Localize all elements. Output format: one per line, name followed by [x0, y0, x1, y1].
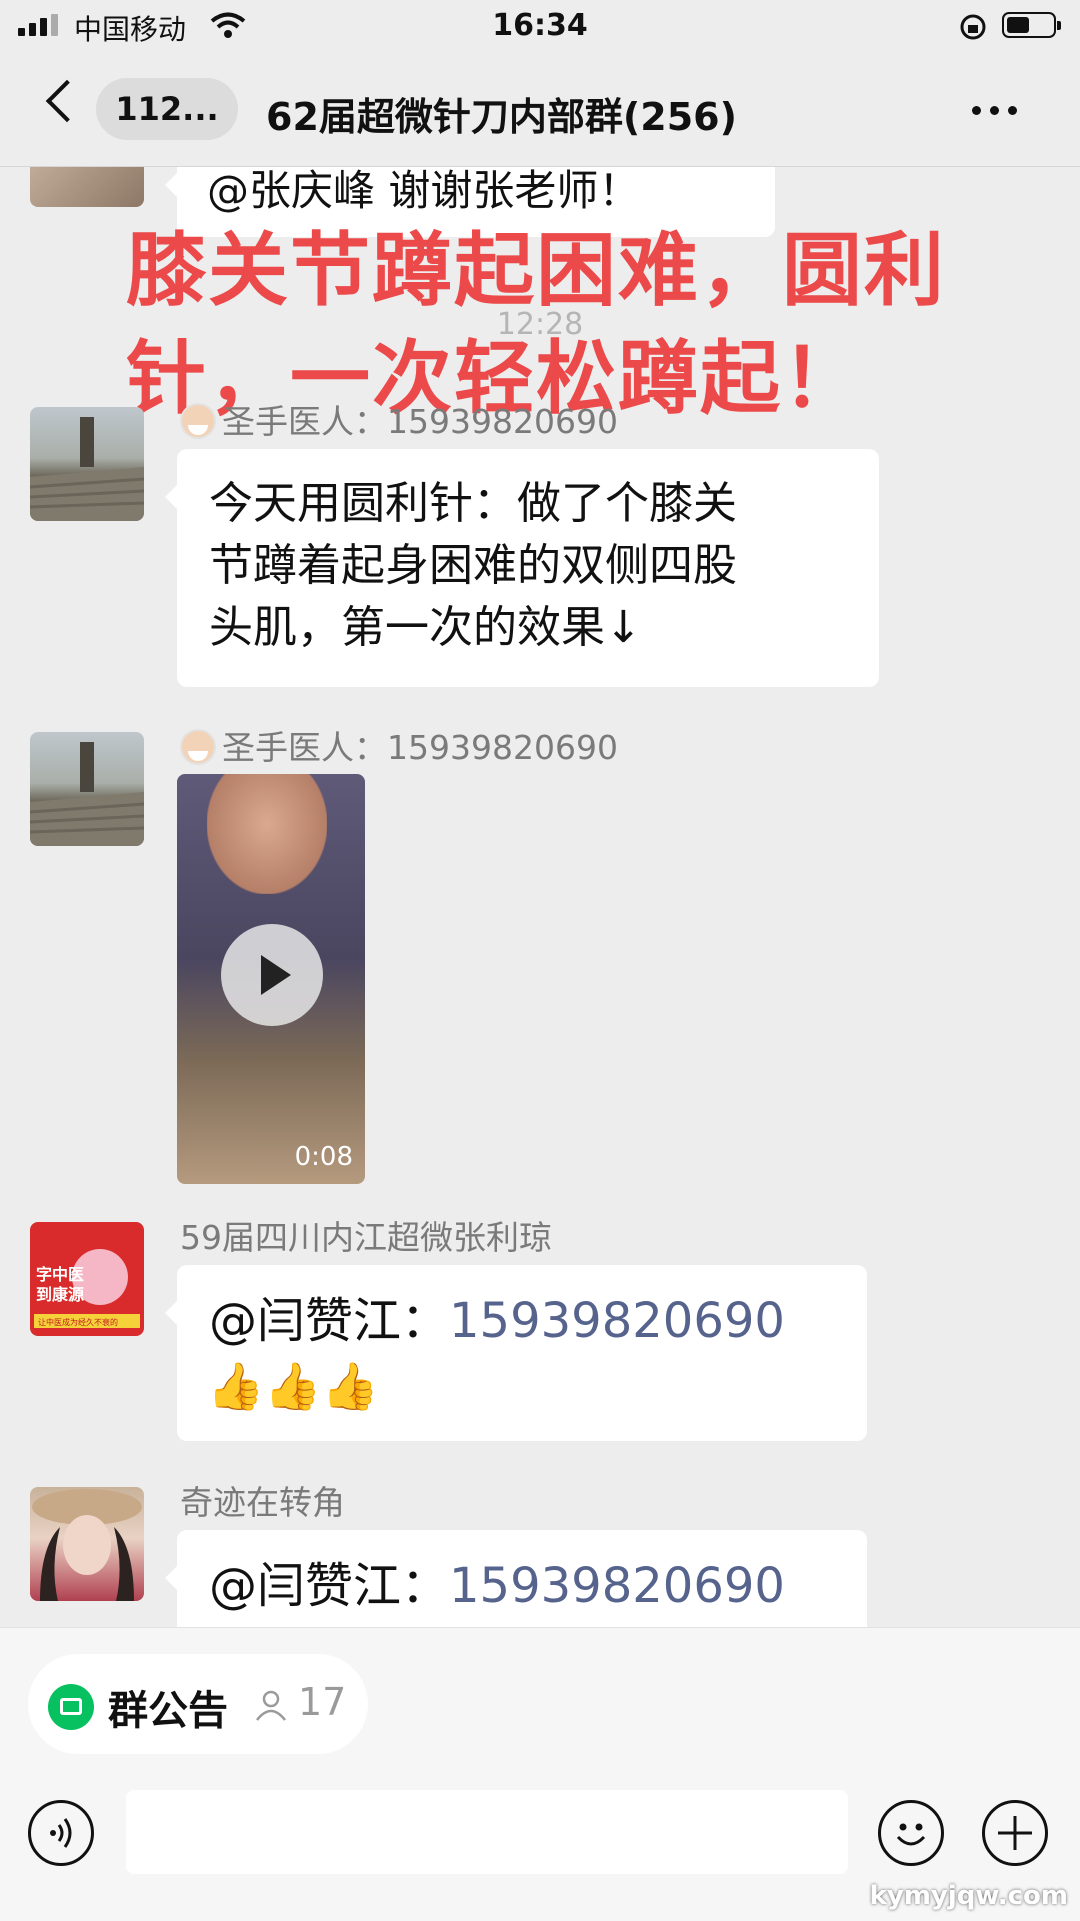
mention: @闫赞江：	[209, 1293, 450, 1349]
voice-input-icon[interactable]	[28, 1800, 94, 1866]
avatar[interactable]	[30, 1487, 144, 1601]
notice-icon	[48, 1684, 94, 1730]
message-text-line: 头肌，第一次的效果↓	[209, 602, 642, 653]
avatar-text: 到康源	[36, 1285, 84, 1304]
play-icon[interactable]	[221, 924, 323, 1026]
avatar[interactable]	[30, 407, 144, 521]
person-icon	[256, 1690, 286, 1721]
avatar-text: 让中医成为经久不衰的	[38, 1317, 118, 1327]
group-notice-button[interactable]: 群公告 17	[28, 1654, 368, 1754]
phone-link[interactable]: 15939820690	[449, 1293, 785, 1349]
message-text-line: 节蹲着起身困难的双侧四股	[209, 540, 737, 591]
message-input[interactable]	[126, 1790, 848, 1874]
message-text: @张庆峰 谢谢张老师！	[207, 167, 641, 215]
avatar-image	[30, 742, 144, 846]
video-thumbnail	[207, 774, 327, 894]
avatar-image	[32, 1489, 142, 1601]
chat-area[interactable]: @张庆峰 谢谢张老师！ 12:28 膝关节蹲起困难，圆利 针，一次轻松蹲起！ 圣…	[0, 167, 1080, 1627]
thumbs-up-icon: 👍👍👍	[207, 1359, 379, 1413]
notice-count: 17	[298, 1680, 347, 1724]
clock: 16:34	[492, 8, 588, 43]
status-bar: 中国移动 16:34	[0, 0, 1080, 56]
avatar-text: 字中医	[36, 1265, 84, 1284]
sender-name: 奇迹在转角	[180, 1483, 345, 1522]
avatar[interactable]: 字中医 到康源 让中医成为经久不衰的	[30, 1222, 144, 1336]
chat-header: 112... 62届超微针刀内部群(256)	[0, 56, 1080, 167]
video-duration: 0:08	[294, 1142, 353, 1172]
message-bubble[interactable]: 今天用圆利针：做了个膝关 节蹲着起身困难的双侧四股 头肌，第一次的效果↓	[165, 449, 879, 687]
sender-name: 59届四川内江超微张利琼	[180, 1218, 552, 1257]
more-options-icon[interactable]	[972, 106, 1017, 115]
overlay-line: 膝关节蹲起困难，圆利	[126, 224, 946, 317]
battery-icon	[1002, 12, 1061, 38]
emoji-icon[interactable]	[878, 1800, 944, 1866]
sender-name: 圣手医人：15939820690	[180, 721, 618, 769]
watermark: kymyjqw.com	[869, 1881, 1068, 1911]
bottom-panel: 群公告 17 kymyjqw.com	[0, 1627, 1080, 1921]
avatar[interactable]	[30, 732, 144, 846]
message-text-line: 今天用圆利针：做了个膝关	[209, 478, 737, 529]
group-title: 62届超微针刀内部群(256)	[266, 95, 737, 139]
elder-face-icon	[180, 729, 216, 765]
avatar-image: 字中医 到康源 让中医成为经久不衰的	[34, 1249, 140, 1328]
notice-label: 群公告	[108, 1688, 228, 1734]
phone-link[interactable]: 15939820690	[449, 1558, 785, 1614]
avatar-image	[30, 417, 144, 521]
message-bubble[interactable]: @闫赞江：15939820690	[165, 1530, 867, 1627]
rotation-lock-icon	[960, 14, 986, 40]
back-chevron-icon[interactable]	[45, 79, 89, 123]
video-message[interactable]: 0:08	[177, 774, 365, 1184]
mention: @闫赞江：	[209, 1558, 450, 1614]
message-bubble[interactable]: @闫赞江：15939820690 👍👍👍	[165, 1265, 867, 1441]
unread-count-pill[interactable]: 112...	[96, 78, 238, 140]
elder-face-icon	[180, 403, 216, 439]
avatar[interactable]	[30, 167, 144, 207]
sender-name: 圣手医人：15939820690	[180, 395, 618, 443]
plus-icon[interactable]	[982, 1800, 1048, 1866]
